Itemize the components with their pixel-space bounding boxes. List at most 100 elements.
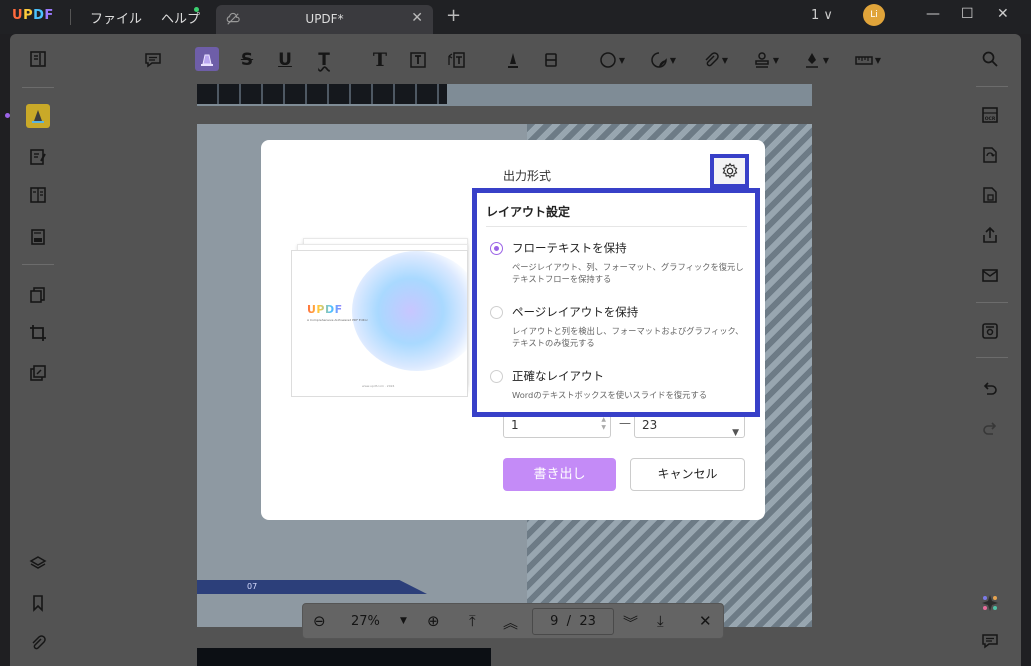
logo-letter: F xyxy=(44,8,54,23)
first-page-icon[interactable]: ⤒ xyxy=(469,612,476,630)
attachment-icon[interactable]: ▼ xyxy=(698,49,732,71)
preview-thumbnail: UPDF A Comprehensive AI-Powered PDF Edit… xyxy=(291,238,468,397)
divider xyxy=(976,357,1008,358)
document-tab[interactable]: UPDF* ✕ xyxy=(216,5,433,34)
comment-mode-icon[interactable] xyxy=(26,104,50,128)
eraser-icon[interactable] xyxy=(540,48,562,72)
new-tab-button[interactable]: + xyxy=(446,5,461,26)
zoom-out-icon[interactable]: ⊖ xyxy=(313,612,326,630)
pdf-page xyxy=(197,648,491,666)
dialog-title: 出力形式 xyxy=(503,169,552,183)
page-layout-icon[interactable] xyxy=(25,182,51,208)
chevron-down-icon[interactable]: ▼ xyxy=(400,616,407,626)
active-indicator xyxy=(5,113,10,118)
shape-icon[interactable]: ▼ xyxy=(595,49,629,71)
svg-text:OCR: OCR xyxy=(985,116,996,122)
textbox-icon[interactable] xyxy=(407,49,429,71)
thumbnail-logo: UPDF xyxy=(307,303,343,316)
strikethrough-icon[interactable]: S xyxy=(236,49,258,71)
chevron-down-icon: ▼ xyxy=(721,55,729,65)
last-page-icon[interactable]: ⤓ xyxy=(657,612,664,630)
export-button[interactable]: 書き出し xyxy=(503,458,616,491)
layout-settings-popover: レイアウト設定 フローテキストを保持 ページレイアウト、列、フォーマット、グラフ… xyxy=(472,188,760,417)
radio-selected[interactable] xyxy=(490,242,503,255)
thumbnail-graphic xyxy=(352,251,467,371)
redo-icon[interactable] xyxy=(977,416,1003,442)
minimize-button[interactable]: — xyxy=(926,6,940,22)
undo-icon[interactable] xyxy=(977,376,1003,402)
stepper-icon[interactable]: ▲ ▼ xyxy=(601,416,606,432)
measure-icon[interactable]: ▼ xyxy=(850,49,886,71)
zoom-level[interactable]: 27% xyxy=(351,614,380,629)
reader-icon[interactable] xyxy=(25,46,51,72)
radio-unselected[interactable] xyxy=(490,370,503,383)
attachment-panel-icon[interactable] xyxy=(25,630,51,656)
close-window-button[interactable]: ✕ xyxy=(997,6,1009,22)
layout-settings-button[interactable] xyxy=(710,154,749,188)
bookmark-icon[interactable] xyxy=(25,590,51,616)
right-sidebar: OCR xyxy=(966,34,1021,666)
convert-icon[interactable] xyxy=(977,142,1003,168)
email-icon[interactable] xyxy=(977,262,1003,288)
page-number: 07 xyxy=(247,582,258,591)
divider xyxy=(976,86,1008,87)
title-bar: UPDF ファイル ヘルプ UPDF* ✕ + 1 ∨ Li — ☐ ✕ xyxy=(0,0,1031,34)
comment-icon[interactable] xyxy=(142,49,164,71)
prev-page-icon[interactable]: ︽ xyxy=(503,612,518,633)
chevron-down-icon: ▼ xyxy=(618,55,626,65)
current-page-input[interactable]: 9 xyxy=(550,614,558,629)
close-icon[interactable]: ✕ xyxy=(699,612,712,630)
menu-file[interactable]: ファイル xyxy=(90,8,142,27)
pdf-page xyxy=(197,84,812,106)
logo-letter: P xyxy=(23,8,34,23)
pencil-icon[interactable] xyxy=(502,48,524,72)
chevron-down-icon: ▼ xyxy=(669,55,677,65)
update-dot xyxy=(194,7,199,12)
option-label: フローテキストを保持 xyxy=(512,241,627,255)
share-icon[interactable] xyxy=(977,222,1003,248)
radio-unselected[interactable] xyxy=(490,306,503,319)
avatar[interactable]: Li xyxy=(863,4,885,26)
zoom-in-icon[interactable]: ⊕ xyxy=(427,612,440,630)
page-image xyxy=(197,84,447,104)
annotation-toolbar: S U T T ▼ ▼ ▼ ▼ ▼ ▼ xyxy=(66,34,966,84)
option-description: レイアウトと列を検出し、フォーマットおよびグラフィック、テキストのみ復元する xyxy=(512,326,744,348)
cancel-button[interactable]: キャンセル xyxy=(630,458,745,491)
underline-icon[interactable]: U xyxy=(274,49,296,71)
page-number-box[interactable]: 9 / 23 xyxy=(532,608,614,635)
signature-icon[interactable]: ▼ xyxy=(799,49,833,71)
option-label: 正確なレイアウト xyxy=(512,369,604,383)
highlight-icon[interactable] xyxy=(195,47,219,71)
next-page-icon[interactable]: ︾ xyxy=(623,612,638,633)
chat-icon[interactable] xyxy=(977,628,1003,654)
form-icon[interactable] xyxy=(25,224,51,250)
edit-pdf-icon[interactable] xyxy=(25,144,51,170)
ai-assistant-icon[interactable] xyxy=(977,590,1003,616)
thumbnail-footer: www.updf.com · 2024 xyxy=(362,384,395,388)
squiggly-icon[interactable]: T xyxy=(313,49,335,71)
compress-icon[interactable] xyxy=(977,182,1003,208)
layers-icon[interactable] xyxy=(25,550,51,576)
stamp-icon[interactable]: ▼ xyxy=(749,49,783,71)
ocr-icon[interactable]: OCR xyxy=(977,102,1003,128)
text-icon[interactable]: T xyxy=(369,49,391,71)
title-separator xyxy=(70,9,71,25)
tab-close-icon[interactable]: ✕ xyxy=(411,10,423,26)
window-count-dropdown[interactable]: 1 ∨ xyxy=(811,8,833,23)
logo-letter: U xyxy=(12,8,24,23)
text-callout-icon[interactable] xyxy=(446,49,468,71)
range-to-value: 23 xyxy=(642,418,658,432)
crop-icon[interactable] xyxy=(25,320,51,346)
thumbnail-logo-text: UPDF xyxy=(307,303,343,316)
protect-icon[interactable] xyxy=(25,360,51,386)
sticker-icon[interactable]: ▼ xyxy=(646,49,680,71)
page-separator: / xyxy=(566,614,572,629)
maximize-button[interactable]: ☐ xyxy=(961,6,974,22)
left-sidebar xyxy=(10,34,66,666)
thumbnail-subtitle: A Comprehensive AI-Powered PDF Editor xyxy=(307,318,368,322)
organize-pages-icon[interactable] xyxy=(25,282,51,308)
popover-title: レイアウト設定 xyxy=(486,205,571,219)
total-pages: 23 xyxy=(579,614,596,629)
save-icon[interactable] xyxy=(977,318,1003,344)
search-icon[interactable] xyxy=(977,46,1003,72)
